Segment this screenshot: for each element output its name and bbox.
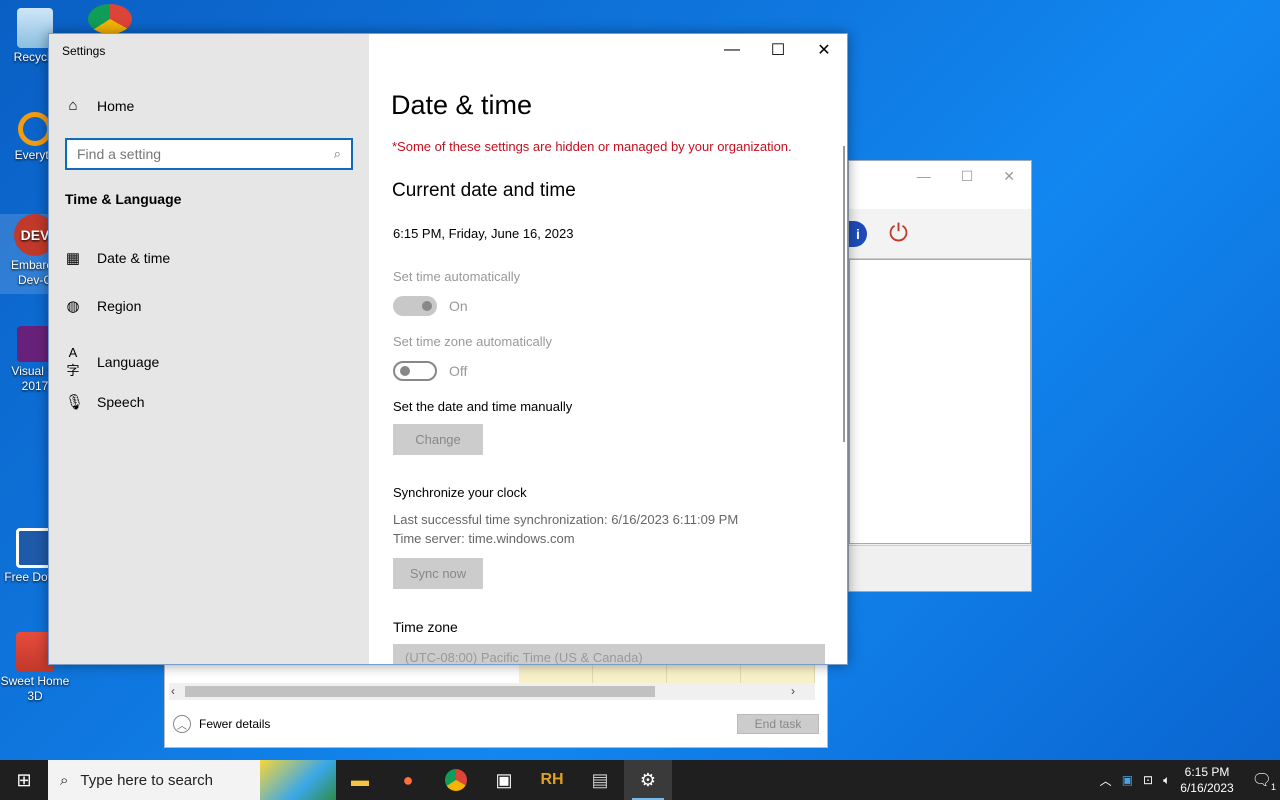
background-window-toolbar: i ⏻ <box>849 209 1031 259</box>
taskbar-file-explorer[interactable]: ▬ <box>336 760 384 800</box>
chevron-up-icon[interactable]: ︿ <box>1100 772 1112 789</box>
start-button[interactable]: ⊞ <box>0 760 48 800</box>
taskbar-store[interactable]: ▣ <box>480 760 528 800</box>
last-sync-text: Last successful time synchronization: 6/… <box>393 512 739 527</box>
search-input[interactable] <box>77 146 317 162</box>
globe-icon: ◍ <box>66 298 80 315</box>
sidebar-item-region[interactable]: ◍ Region <box>65 297 141 315</box>
resource-hacker-icon: RH <box>540 771 564 788</box>
search-highlight-image <box>260 760 336 800</box>
search-icon[interactable]: ⌕ <box>334 146 341 162</box>
taskbar-app-window[interactable]: ▤ <box>576 760 624 800</box>
horizontal-scrollbar[interactable]: ‹ › <box>169 683 815 700</box>
home-icon: ⌂ <box>68 97 78 114</box>
clock-date: 6/16/2023 <box>1180 781 1234 795</box>
taskbar-firefox[interactable]: ● <box>384 760 432 800</box>
everything-search-icon <box>18 112 52 146</box>
app-title: Settings <box>62 44 106 58</box>
windows-logo-icon: ⊞ <box>16 769 32 790</box>
clock-time: 6:15 PM <box>1184 765 1230 779</box>
desktop-icon-chrome[interactable] <box>80 4 140 36</box>
sidebar-item-label: Home <box>97 97 135 114</box>
microphone-icon: 🎙︎ <box>65 394 85 411</box>
change-button[interactable]: Change <box>393 424 483 455</box>
close-icon[interactable]: ✕ <box>1003 168 1015 185</box>
sidebar-item-label: Date & time <box>97 250 171 266</box>
notification-count: 1 <box>1270 782 1276 792</box>
set-timezone-auto-toggle[interactable] <box>393 361 437 381</box>
system-tray: ︿ ▣ ⊡ 🔈︎ 6:15 PM 6/16/2023 🗨︎ 1 <box>1100 760 1280 800</box>
power-icon[interactable]: ⏻ <box>889 220 915 247</box>
sidebar-item-language[interactable]: A字 Language <box>65 345 159 379</box>
store-icon: ▣ <box>495 769 513 790</box>
chrome-icon <box>445 769 467 791</box>
taskbar-settings[interactable]: ⚙ <box>624 760 672 800</box>
time-server-text: Time server: time.windows.com <box>393 531 575 546</box>
background-window-status <box>849 545 1031 571</box>
manual-date-time-label: Set the date and time manually <box>393 399 573 414</box>
notification-icon[interactable]: 🗨︎ 1 <box>1252 770 1276 792</box>
toggle-knob <box>422 301 432 311</box>
fewer-details-button[interactable]: ︿ Fewer details <box>173 715 270 733</box>
minimize-icon[interactable]: — <box>917 168 931 184</box>
window-app-icon: ▤ <box>591 769 609 790</box>
set-timezone-auto-state: Off <box>449 363 468 379</box>
chevron-up-icon: ︿ <box>173 715 191 733</box>
settings-window[interactable]: Settings ⌂ Home ⌕ Time & Language ▦ Date… <box>48 33 848 665</box>
vertical-scrollbar[interactable] <box>843 146 845 442</box>
scroll-thumb[interactable] <box>185 686 655 697</box>
current-date-time-value: 6:15 PM, Friday, June 16, 2023 <box>393 226 574 241</box>
task-manager-window[interactable]: ‹ › ︿ Fewer details End task <box>164 662 828 748</box>
language-icon: A字 <box>66 345 80 378</box>
settings-sidebar: Settings ⌂ Home ⌕ Time & Language ▦ Date… <box>49 34 369 664</box>
current-date-time-heading: Current date and time <box>392 180 576 201</box>
background-window[interactable]: — ☐ ✕ i ⏻ <box>848 160 1032 592</box>
sidebar-item-date-time[interactable]: ▦ Date & time <box>65 249 170 267</box>
search-icon: ⌕ <box>60 771 69 789</box>
free-download-tray-icon[interactable]: ▣ <box>1122 773 1133 787</box>
maximize-icon[interactable]: ☐ <box>961 168 974 185</box>
section-title: Time & Language <box>65 191 182 207</box>
background-window-content <box>849 259 1031 544</box>
firefox-icon: ● <box>402 769 414 790</box>
time-zone-heading: Time zone <box>393 619 458 635</box>
managed-warning: *Some of these settings are hidden or ma… <box>392 139 792 154</box>
taskbar-rh[interactable]: RH <box>528 760 576 800</box>
taskbar-chrome[interactable] <box>432 760 480 800</box>
background-window-titlebar: — ☐ ✕ <box>849 161 1031 191</box>
page-title: Date & time <box>391 90 533 120</box>
network-icon[interactable]: ⊡ <box>1143 773 1153 787</box>
sidebar-item-label: Language <box>97 354 160 370</box>
clock[interactable]: 6:15 PM 6/16/2023 <box>1180 764 1233 796</box>
sync-clock-heading: Synchronize your clock <box>393 485 527 500</box>
toggle-knob <box>400 366 410 376</box>
calendar-clock-icon: ▦ <box>65 250 81 267</box>
sidebar-item-label: Region <box>97 298 142 314</box>
taskbar-search[interactable]: ⌕ Type here to search <box>48 760 336 800</box>
taskbar-search-placeholder: Type here to search <box>80 771 213 789</box>
folder-icon: ▬ <box>351 769 369 790</box>
search-box[interactable]: ⌕ <box>65 138 353 170</box>
scroll-left-icon[interactable]: ‹ <box>171 683 175 700</box>
volume-muted-icon[interactable]: 🔈︎ <box>1163 773 1170 788</box>
scroll-right-icon[interactable]: › <box>791 683 795 700</box>
set-time-auto-toggle[interactable] <box>393 296 437 316</box>
end-task-button[interactable]: End task <box>737 714 819 734</box>
info-icon[interactable]: i <box>849 220 867 247</box>
desktop-icon-label: Sweet Home 3D <box>0 674 70 703</box>
set-time-auto-state: On <box>449 298 468 314</box>
gear-icon: ⚙ <box>639 769 657 790</box>
sidebar-item-speech[interactable]: 🎙︎ Speech <box>65 393 144 411</box>
fewer-details-label: Fewer details <box>199 717 271 731</box>
chrome-icon <box>88 4 132 34</box>
settings-main: Date & time *Some of these settings are … <box>391 34 831 664</box>
set-timezone-auto-label: Set time zone automatically <box>393 334 552 349</box>
time-zone-select[interactable]: (UTC-08:00) Pacific Time (US & Canada) <box>393 644 825 664</box>
taskbar: ⊞ ⌕ Type here to search ▬ ● ▣ RH ▤ ⚙ ︿ ▣… <box>0 760 1280 800</box>
sync-now-button[interactable]: Sync now <box>393 558 483 589</box>
sidebar-item-label: Speech <box>97 394 145 410</box>
task-manager-cells <box>519 665 815 683</box>
set-time-auto-label: Set time automatically <box>393 269 521 284</box>
sidebar-item-home[interactable]: ⌂ Home <box>65 97 134 114</box>
